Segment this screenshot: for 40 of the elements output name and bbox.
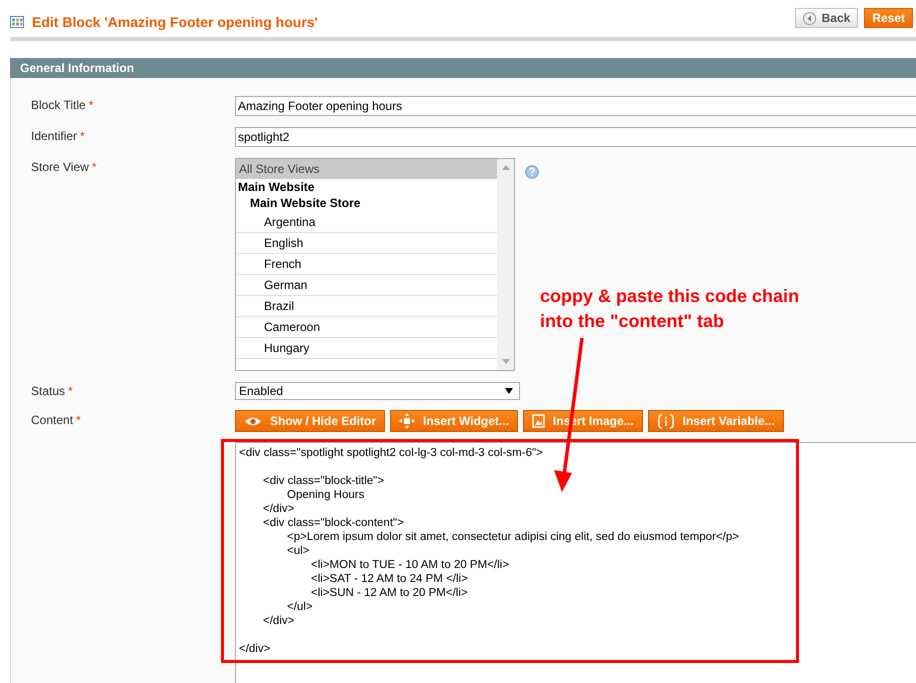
eye-icon (244, 416, 262, 426)
content-field[interactable]: <div class="spotlight spotlight2 col-lg-3 col-md-3 col-sm-6"> <div class="block-title"> Opening Hours </div> <div class="block-content"> <p>Lorem ipsum dolor sit amet, consectetur adipisi cing elit, sed do eiusmod tempor</p> <ul> <li>MON to TUE - 10 AM to 20 PM</li> <li>SAT - 12 AM to 24 PM </li> <li>SUN - 12 AM to 20 PM</li> </ul> </div> </div> (235, 442, 916, 683)
store-option[interactable]: English (236, 233, 497, 254)
store-option[interactable]: Brazil (236, 296, 497, 317)
status-dropdown[interactable]: Enabled (235, 382, 520, 400)
required-mark: * (88, 98, 94, 112)
grid-icon (10, 16, 24, 28)
required-mark: * (92, 160, 96, 174)
required-mark: * (80, 129, 85, 143)
store-option[interactable]: Argentina (236, 211, 497, 233)
store-option[interactable]: All Store Views (236, 159, 497, 179)
widget-icon (399, 413, 416, 429)
field-label: Status (31, 384, 66, 398)
back-button[interactable]: Back (794, 8, 858, 28)
text-field[interactable]: spotlight2 (235, 127, 916, 147)
annotation-text: coppy & paste this code chain (540, 285, 800, 308)
text-field[interactable]: Amazing Footer opening hours (235, 96, 916, 116)
scroll-up-icon[interactable] (502, 165, 510, 170)
braces-icon (656, 414, 675, 428)
store-option[interactable]: Cameroon (236, 317, 497, 338)
store-option[interactable]: French (236, 254, 497, 275)
field-label: Block Title (31, 98, 86, 112)
store-option[interactable]: Main Website Store (236, 195, 497, 211)
required-mark: * (76, 413, 81, 427)
help-icon[interactable] (525, 165, 539, 179)
store-option[interactable]: Hungary (236, 338, 497, 359)
page-title: Edit Block 'Amazing Footer opening hours' (32, 14, 318, 30)
dropdown-arrow-icon (505, 388, 513, 394)
store-option[interactable]: German (236, 275, 497, 296)
required-mark: * (68, 384, 73, 398)
field-label: Content (31, 413, 74, 427)
field-label: Store View (31, 160, 89, 174)
section-header: General Information (10, 58, 916, 78)
scrollbar[interactable] (497, 159, 514, 370)
store-view-list[interactable]: All Store Views Main Website Main Website Store Argentina English French German Brazil Cameroon Hungary (235, 158, 515, 371)
store-option[interactable]: Main Website (236, 179, 497, 195)
annotation-text: into the "content" tab (540, 310, 726, 333)
scroll-down-icon[interactable] (502, 359, 510, 364)
field-label: Identifier (31, 129, 78, 143)
image-icon (532, 414, 545, 428)
